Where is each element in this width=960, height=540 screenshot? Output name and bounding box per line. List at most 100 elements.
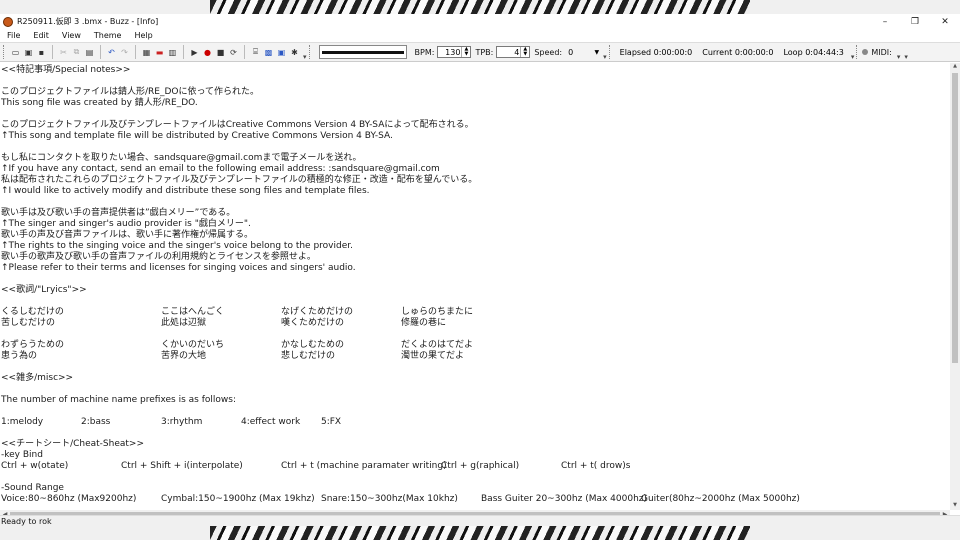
lyrics-cell: かなしむための	[281, 340, 345, 350]
menu-edit[interactable]: Edit	[26, 31, 55, 40]
pattern-editor-icon[interactable]: ▦	[141, 47, 152, 58]
text-line: ↑I would like to actively modify and dis…	[1, 186, 370, 196]
keybind-item: Ctrl + t( drow)s	[561, 461, 631, 471]
toolbar-overflow-icon[interactable]: ▾	[851, 53, 855, 61]
toolbar-grip[interactable]	[608, 45, 612, 59]
undo-icon[interactable]: ↶	[106, 47, 117, 58]
copy-icon[interactable]: ⧉	[71, 47, 82, 58]
machine-view-icon[interactable]: ▬	[154, 47, 165, 58]
master-volume-display[interactable]	[318, 45, 407, 59]
toolbar-separator	[100, 45, 101, 59]
toolbar-overflow-icon[interactable]: ▾	[603, 53, 607, 61]
status-bar: Ready to rok	[0, 515, 960, 526]
toolbar-overflow-icon[interactable]: ▾	[303, 53, 307, 61]
keybind-item: Ctrl + w(otate)	[1, 461, 69, 471]
sound-range-item: Guiter(80hz~2000hz (Max 5000hz)	[641, 494, 800, 504]
text-line: ↑The rights to the singing voice and the…	[1, 241, 353, 251]
record-icon[interactable]: ●	[202, 47, 213, 58]
lyrics-cell: 此処は辺獄	[161, 318, 207, 328]
tpb-label: TPB:	[475, 47, 494, 57]
text-line: ↑Please refer to their terms and license…	[1, 263, 356, 273]
speed-value: 0	[568, 47, 574, 57]
bpm-spin-arrows[interactable]: ▲ ▼	[461, 47, 470, 57]
loop-icon[interactable]: ⟳	[228, 47, 239, 58]
prefix-intro: The number of machine name prefixes is a…	[1, 395, 236, 405]
buzz-app-icon[interactable]	[3, 16, 13, 27]
info-text-area[interactable]: <<特記事項/Special notes>> このプロジェクトファイルは錆人形/…	[0, 63, 950, 510]
maximize-button[interactable]: ❐	[900, 14, 930, 29]
loop-value: 0:04:44:3	[805, 47, 844, 57]
lyrics-cell: くかいのだいち	[161, 340, 225, 350]
sound-range-header: -Sound Range	[1, 483, 64, 493]
play-icon[interactable]: ▶	[189, 47, 200, 58]
keybind-item: Ctrl + t (machine paramater writing)	[281, 461, 447, 471]
bpm-label: BPM:	[414, 47, 435, 57]
tpb-value: 4	[514, 47, 520, 57]
speed-label: Speed:	[534, 47, 563, 57]
lyrics-cell: 苦しむだけの	[1, 318, 56, 328]
sound-range-item: Cymbal:150~1900hz (Max 19khz)	[161, 494, 315, 504]
lyrics-cell: なげくためだけの	[281, 307, 354, 317]
toolbar-separator	[135, 45, 136, 59]
text-line: 私は配布されたこれらのプロジェクトファイル及びテンプレートファイルの積極的な修正…	[1, 175, 478, 185]
chevron-down-icon[interactable]: ▼	[595, 49, 600, 56]
menu-help[interactable]: Help	[127, 31, 158, 40]
menu-theme[interactable]: Theme	[87, 31, 128, 40]
menu-file[interactable]: File	[0, 31, 26, 40]
toolbar-grip[interactable]	[308, 45, 312, 59]
background-image-top	[210, 0, 750, 14]
bpm-spinner[interactable]: 130 ▲ ▼	[437, 46, 472, 58]
toolbar-overflow-icon[interactable]: ▾	[904, 53, 908, 61]
speed-select[interactable]: 0 ▼	[565, 46, 601, 58]
paste-icon[interactable]: ▤	[84, 47, 95, 58]
prefix-item: 5:FX	[321, 417, 342, 427]
save-file-icon[interactable]: ▪	[36, 47, 47, 58]
lyrics-cell: 修羅の巷に	[401, 318, 447, 328]
toolbar-separator	[52, 45, 53, 59]
sound-range-item: Bass Guiter 20~300hz (Max 4000hz)	[481, 494, 648, 504]
keybind-item: Ctrl + Shift + i(interpolate)	[121, 461, 243, 471]
menu-view[interactable]: View	[55, 31, 87, 40]
minimize-button[interactable]: –	[870, 14, 900, 29]
current-readout: Current 0:00:00:0	[702, 48, 773, 57]
close-button[interactable]: ✕	[930, 14, 960, 29]
sequence-editor-icon[interactable]: ▥	[167, 47, 178, 58]
info-view-icon[interactable]: ▩	[263, 47, 274, 58]
prefix-item: 1:melody	[1, 417, 44, 427]
prefix-item: 4:effect work	[241, 417, 301, 427]
title-bar[interactable]: R250911.仮即 3 .bmx - Buzz - [Info] – ❐ ✕	[0, 14, 960, 29]
current-value: 0:00:00:0	[734, 47, 774, 57]
text-line: <<特記事項/Special notes>>	[1, 65, 131, 75]
cheat-sheet-header: <<チートシート/Cheat-Sheat>>	[1, 439, 145, 449]
analyzer-icon[interactable]: ▣	[276, 47, 287, 58]
text-line: このプロジェクトファイルは錆人形/RE_DOに依って作られた。	[1, 87, 260, 97]
prefix-item: 3:rhythm	[161, 417, 203, 427]
vertical-scrollbar[interactable]: ▲ ▼	[950, 63, 960, 510]
wavetable-icon[interactable]: ⌸	[250, 47, 261, 58]
keybind-item: Ctrl + g(raphical)	[441, 461, 520, 471]
new-file-icon[interactable]: ▭	[10, 47, 21, 58]
tpb-spin-arrows[interactable]: ▲ ▼	[520, 47, 529, 57]
midi-label: MIDI:	[871, 47, 892, 57]
lyrics-cell: 嘆くためだけの	[281, 318, 345, 328]
toolbar-grip[interactable]	[3, 45, 6, 59]
vertical-scroll-thumb[interactable]	[952, 73, 958, 363]
scroll-down-icon[interactable]: ▼	[951, 502, 959, 510]
cut-icon[interactable]: ✂	[58, 47, 69, 58]
stop-icon[interactable]: ■	[215, 47, 226, 58]
status-text: Ready to rok	[1, 516, 52, 526]
scroll-up-icon[interactable]: ▲	[951, 63, 959, 71]
lyrics-cell: しゅらのちまたに	[401, 307, 474, 317]
menu-bar: File Edit View Theme Help	[0, 29, 960, 42]
text-line: 歌い手の歌声及び歌い手の音声ファイルの利用規約とライセンスを参照せよ。	[1, 252, 316, 262]
tpb-spinner[interactable]: 4 ▲ ▼	[496, 46, 531, 58]
window-controls: – ❐ ✕	[870, 14, 960, 29]
loop-label: Loop	[783, 47, 803, 57]
redo-icon[interactable]: ↷	[119, 47, 130, 58]
toolbar-grip[interactable]	[856, 45, 859, 59]
open-file-icon[interactable]: ▣	[23, 47, 34, 58]
text-line: もし私にコンタクトを取りたい場合、sandsquare@gmail.comまで電…	[1, 153, 362, 163]
toolbar-overflow-icon[interactable]: ▾	[897, 53, 901, 61]
lyrics-cell: 苦界の大地	[161, 351, 207, 361]
settings-icon[interactable]: ✱	[289, 47, 300, 58]
